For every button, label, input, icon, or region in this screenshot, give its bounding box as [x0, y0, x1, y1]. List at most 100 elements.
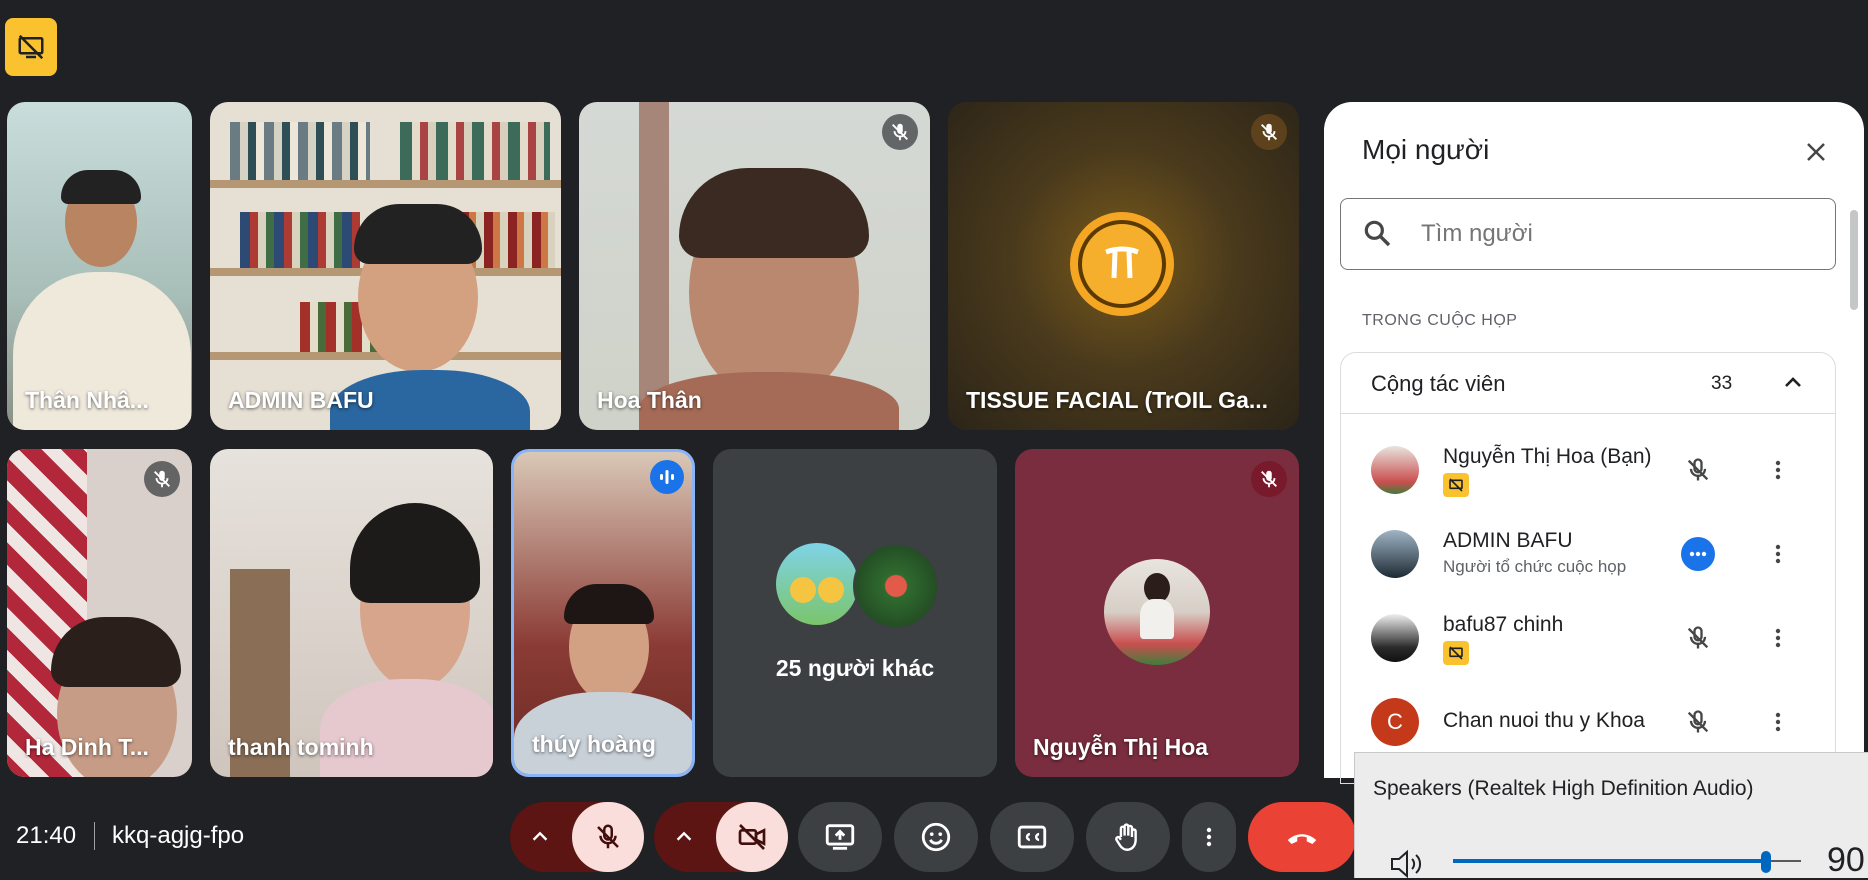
- video-tile[interactable]: ADMIN BAFU: [210, 102, 561, 430]
- video-tile[interactable]: thúy hoàng: [511, 449, 695, 777]
- contributors-group-header[interactable]: Cộng tác viên 33: [1341, 353, 1835, 414]
- avatar: [1371, 530, 1419, 578]
- close-panel-button[interactable]: [1798, 134, 1834, 170]
- close-icon: [1807, 143, 1825, 161]
- meeting-time: 21:40: [16, 822, 77, 849]
- more-options-button[interactable]: [1761, 453, 1795, 487]
- tile-name: TISSUE FACIAL (TrOIL Ga...: [966, 387, 1269, 413]
- volume-level: 90: [1827, 841, 1865, 879]
- divider: [94, 822, 95, 850]
- mic-off-icon: [1687, 458, 1709, 481]
- more-vert-icon: [1775, 712, 1781, 732]
- participant-row[interactable]: ADMIN BAFU Người tổ chức cuộc họp: [1341, 515, 1835, 599]
- mic-control-group: [510, 802, 644, 872]
- audio-options-button[interactable]: [510, 802, 570, 872]
- present-screen-icon: [825, 824, 855, 850]
- participant-row[interactable]: Nguyễn Thị Hoa (Bạn): [1341, 431, 1835, 515]
- participant-mic-button[interactable]: [1681, 705, 1715, 739]
- more-vert-icon: [1775, 460, 1781, 480]
- participant-name: Chan nuoi thu y Khoa: [1443, 709, 1645, 732]
- video-tile[interactable]: Hoa Thân: [579, 102, 930, 430]
- participant-mic-button[interactable]: [1681, 453, 1715, 487]
- mic-off-indicator: [144, 461, 180, 497]
- video-tile[interactable]: TISSUE FACIAL (TrOIL Ga...: [948, 102, 1299, 430]
- avatar: [1371, 446, 1419, 494]
- speaker-device-name[interactable]: Speakers (Realtek High Definition Audio): [1373, 777, 1754, 801]
- visual-effects-badge[interactable]: [5, 18, 57, 76]
- mic-off-indicator: [1251, 114, 1287, 150]
- door-frame: [639, 102, 669, 430]
- tile-name: Ha Dinh T...: [25, 734, 149, 760]
- tile-name: thúy hoàng: [532, 731, 656, 757]
- mic-toggle-button[interactable]: [572, 802, 644, 872]
- panel-title: Mọi người: [1362, 134, 1490, 165]
- pi-symbol-icon: [1105, 246, 1139, 279]
- video-tile[interactable]: Thân Nhâ...: [7, 102, 192, 430]
- others-tile[interactable]: 25 người khác: [713, 449, 997, 777]
- avatar: [1371, 614, 1419, 662]
- tile-name: Thân Nhâ...: [25, 387, 149, 413]
- video-tile[interactable]: thanh tominh: [210, 449, 493, 777]
- speaking-indicator: [650, 460, 684, 494]
- mic-off-icon: [1261, 123, 1277, 141]
- participant-mic-button[interactable]: [1681, 621, 1715, 655]
- volume-slider[interactable]: [1453, 851, 1801, 873]
- no-screen-icon: [1449, 478, 1463, 492]
- tile-name: Nguyễn Thị Hoa: [1033, 734, 1209, 760]
- more-options-button[interactable]: [1182, 802, 1236, 872]
- group-title: Cộng tác viên: [1371, 371, 1506, 396]
- more-vert-icon: [1775, 544, 1781, 564]
- meeting-code[interactable]: kkq-agjg-fpo: [112, 822, 244, 850]
- chevron-up-icon: [532, 831, 548, 841]
- video-tile[interactable]: Nguyễn Thị Hoa: [1015, 449, 1299, 777]
- participant-avatar: [1104, 559, 1210, 665]
- group-count: 33: [1711, 373, 1733, 394]
- panel-scrollbar[interactable]: [1850, 210, 1858, 310]
- camera-control-group: [654, 802, 788, 872]
- more-horiz-icon: [1681, 537, 1715, 571]
- mic-off-icon: [1261, 470, 1277, 488]
- participant-role: Người tổ chức cuộc họp: [1443, 557, 1627, 576]
- chevron-up-icon[interactable]: [1781, 371, 1805, 395]
- video-options-button[interactable]: [654, 802, 714, 872]
- chevron-up-icon: [676, 831, 692, 841]
- visual-effects-badge: [1443, 473, 1469, 497]
- search-input[interactable]: [1419, 219, 1803, 249]
- search-icon: [1364, 220, 1391, 247]
- present-screen-button[interactable]: [798, 802, 882, 872]
- more-options-button[interactable]: [1761, 621, 1795, 655]
- others-avatar: [853, 543, 939, 629]
- captions-button[interactable]: [990, 802, 1074, 872]
- search-people-field[interactable]: [1340, 198, 1836, 270]
- participant-activity-button[interactable]: [1681, 537, 1715, 571]
- in-meeting-section-label: TRONG CUỘC HỌP: [1362, 312, 1518, 329]
- people-panel: Mọi người TRONG CUỘC HỌP Cộng tác viên 3…: [1324, 102, 1864, 784]
- tile-name: Hoa Thân: [597, 387, 702, 413]
- mic-off-icon: [597, 824, 619, 849]
- reactions-button[interactable]: [894, 802, 978, 872]
- avatar: C: [1371, 698, 1419, 746]
- more-vert-icon: [1206, 827, 1212, 847]
- pi-logo-avatar: [1070, 212, 1174, 316]
- mic-off-icon: [1687, 626, 1709, 649]
- mic-off-indicator: [1251, 461, 1287, 497]
- leave-call-button[interactable]: [1248, 802, 1356, 872]
- volume-slider-thumb[interactable]: [1761, 851, 1772, 873]
- mic-off-icon: [892, 123, 908, 141]
- others-avatar: [776, 543, 858, 625]
- participant-row[interactable]: bafu87 chinh: [1341, 599, 1835, 683]
- camera-toggle-button[interactable]: [716, 802, 788, 872]
- more-options-button[interactable]: [1761, 705, 1795, 739]
- mic-off-indicator: [882, 114, 918, 150]
- video-tile[interactable]: Ha Dinh T...: [7, 449, 192, 777]
- audio-level-icon: [660, 470, 674, 484]
- raise-hand-button[interactable]: [1086, 802, 1170, 872]
- speaker-icon[interactable]: [1389, 849, 1429, 879]
- more-options-button[interactable]: [1761, 537, 1795, 571]
- avatar-initial: C: [1387, 709, 1403, 734]
- others-count-label: 25 người khác: [775, 655, 935, 681]
- more-vert-icon: [1775, 628, 1781, 648]
- tile-name: ADMIN BAFU: [228, 387, 374, 413]
- volume-slider-fill: [1453, 859, 1767, 863]
- emoji-icon: [921, 822, 951, 852]
